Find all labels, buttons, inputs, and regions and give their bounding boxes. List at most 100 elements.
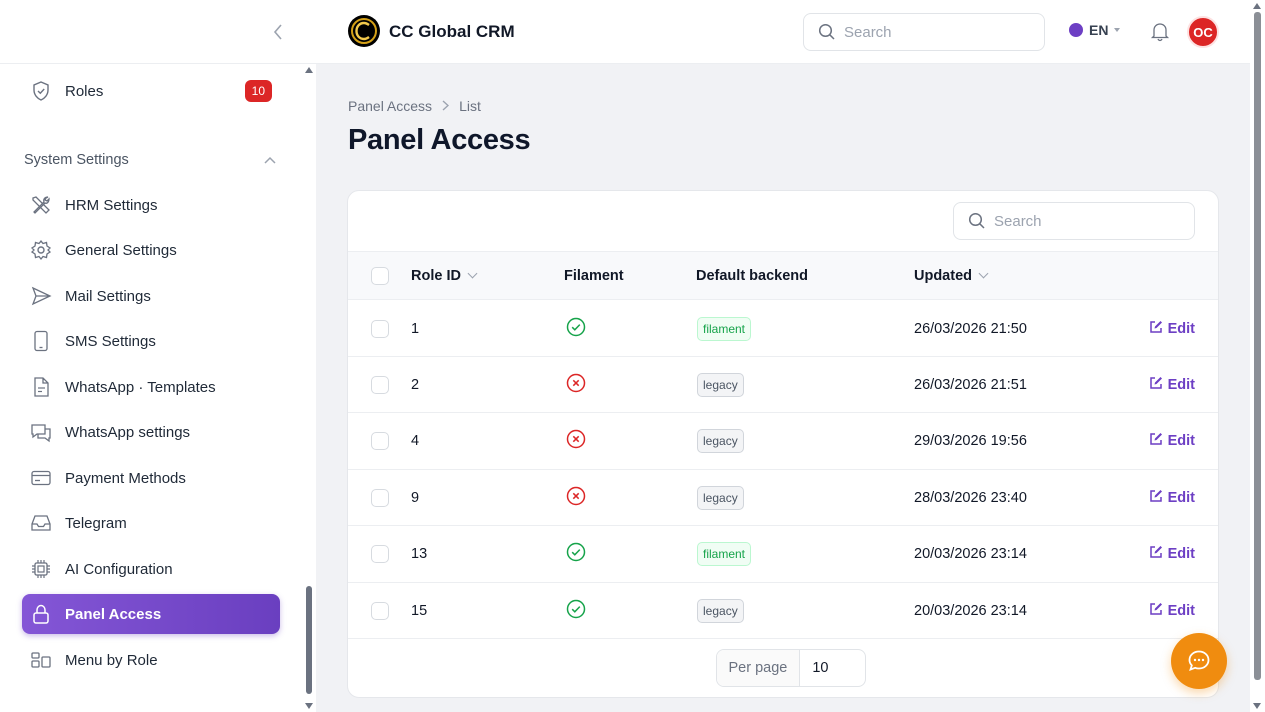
row-checkbox[interactable] (371, 319, 389, 338)
brand-logo[interactable] (348, 15, 380, 47)
edit-row-button[interactable]: Edit (1149, 545, 1195, 563)
backend-badge: legacy (697, 598, 744, 623)
breadcrumb-link-panel-access[interactable]: Panel Access (348, 98, 432, 114)
role-id-cell: 15 (411, 602, 428, 619)
chevron-up-icon (264, 156, 276, 164)
role-id-cell: 2 (411, 376, 420, 393)
per-page-select[interactable]: Per page 10 (715, 649, 866, 687)
table-row: 2 legacy 26/03/2026 21:51 Edit (348, 357, 1218, 414)
backend-badge: legacy (697, 372, 744, 397)
x-circle-icon (566, 486, 586, 510)
updated-cell: 28/03/2026 23:40 (914, 489, 1027, 506)
column-label: Role ID (411, 267, 461, 284)
sidebar-item-ai-configuration[interactable]: AI Configuration (22, 549, 280, 589)
chat-support-button[interactable] (1171, 633, 1227, 689)
edit-icon (1149, 376, 1168, 394)
tools-icon (30, 194, 52, 216)
row-checkbox[interactable] (371, 375, 389, 394)
updated-cell: 26/03/2026 21:50 (914, 320, 1027, 337)
breadcrumb: Panel Access List (348, 98, 481, 114)
column-header-filament: Filament (564, 252, 624, 299)
sidebar-item-roles[interactable]: Roles 10 (22, 71, 280, 111)
sidebar-item-menu-by-role[interactable]: Menu by Role (22, 640, 280, 680)
sidebar-item-panel-access[interactable]: Panel Access (22, 594, 280, 634)
sidebar-item-label: Panel Access (65, 605, 162, 623)
scroll-up-arrow-icon[interactable] (305, 67, 313, 73)
row-checkbox[interactable] (371, 545, 389, 564)
shield-check-icon (30, 80, 52, 102)
sidebar-item-mail-settings[interactable]: Mail Settings (22, 276, 280, 316)
sidebar-nav: Roles 10 System Settings HRM Settings Ge… (0, 64, 302, 712)
backend-badge: filament (697, 542, 752, 567)
page-scrollbar[interactable] (1250, 0, 1265, 712)
sidebar-item-label: Roles (65, 82, 104, 100)
notifications-button[interactable] (1149, 20, 1171, 42)
sidebar-item-sms-settings[interactable]: SMS Settings (22, 321, 280, 361)
edit-row-button[interactable]: Edit (1149, 376, 1195, 394)
row-checkbox[interactable] (371, 488, 389, 507)
page-scrollbar-thumb[interactable] (1254, 12, 1261, 680)
sidebar: Roles 10 System Settings HRM Settings Ge… (0, 0, 316, 712)
sidebar-item-label: WhatsApp · Templates (65, 378, 216, 396)
global-search[interactable] (803, 13, 1045, 51)
role-id-cell: 13 (411, 546, 428, 563)
table-header: Role ID Filament Default backend Updated (348, 251, 1218, 300)
sidebar-scrollbar-thumb[interactable] (306, 586, 312, 694)
sidebar-item-telegram[interactable]: Telegram (22, 503, 280, 543)
column-header-updated[interactable]: Updated (914, 252, 989, 299)
sidebar-item-label: General Settings (65, 241, 177, 259)
edit-row-button[interactable]: Edit (1149, 320, 1195, 338)
phone-icon (30, 330, 52, 352)
column-header-default-backend: Default backend (696, 252, 808, 299)
edit-label: Edit (1167, 546, 1195, 563)
sidebar-item-label: Menu by Role (65, 651, 158, 669)
edit-icon (1149, 432, 1168, 450)
table-search[interactable] (953, 202, 1195, 240)
sidebar-item-payment-methods[interactable]: Payment Methods (22, 458, 280, 498)
breadcrumb-current: List (459, 98, 481, 114)
app-brand-name: CC Global CRM (389, 22, 515, 41)
system-settings-group-toggle[interactable]: System Settings (24, 150, 276, 170)
table-row: 1 filament 26/03/2026 21:50 Edit (348, 301, 1218, 357)
layout-icon (30, 649, 52, 671)
column-label: Updated (914, 267, 972, 284)
scroll-up-arrow-icon[interactable] (1253, 3, 1261, 9)
document-icon (30, 376, 52, 398)
scroll-down-arrow-icon[interactable] (1253, 703, 1261, 709)
sidebar-header (0, 0, 316, 64)
edit-label: Edit (1167, 489, 1195, 506)
table-footer: Per page 10 (348, 637, 1218, 697)
sidebar-item-whatsapp-settings[interactable]: WhatsApp settings (22, 412, 280, 452)
caret-down-icon (1114, 28, 1121, 32)
edit-icon (1149, 489, 1168, 507)
scroll-down-arrow-icon[interactable] (305, 703, 313, 709)
row-checkbox[interactable] (371, 432, 389, 451)
updated-cell: 20/03/2026 23:14 (914, 546, 1027, 563)
language-selector[interactable]: EN (1069, 22, 1121, 38)
chat-bubble-icon (1188, 650, 1210, 671)
global-search-input[interactable] (844, 23, 1014, 41)
per-page-value[interactable]: 10 (800, 650, 864, 686)
updated-cell: 29/03/2026 19:56 (914, 433, 1027, 450)
logo-mark-icon (351, 18, 377, 44)
edit-row-button[interactable]: Edit (1149, 602, 1195, 620)
select-all-checkbox[interactable] (371, 266, 389, 285)
sidebar-item-whatsapp-templates[interactable]: WhatsApp · Templates (22, 367, 280, 407)
edit-row-button[interactable]: Edit (1149, 432, 1195, 450)
sidebar-item-general-settings[interactable]: General Settings (22, 230, 280, 270)
column-header-role-id[interactable]: Role ID (411, 252, 478, 299)
table-search-input[interactable] (994, 212, 1164, 230)
sidebar-scrollbar[interactable] (302, 64, 316, 712)
sidebar-item-label: Telegram (65, 514, 127, 532)
row-checkbox[interactable] (371, 601, 389, 620)
edit-row-button[interactable]: Edit (1149, 489, 1195, 507)
user-avatar[interactable]: OC (1187, 16, 1219, 48)
sidebar-item-hrm-settings[interactable]: HRM Settings (22, 185, 280, 225)
backend-badge: filament (697, 316, 752, 341)
sidebar-item-label: Mail Settings (65, 287, 151, 305)
chevron-right-icon (442, 98, 450, 114)
collapse-sidebar-button[interactable] (268, 22, 288, 42)
x-circle-icon (566, 429, 586, 453)
group-title: System Settings (24, 152, 129, 168)
edit-icon (1149, 602, 1168, 620)
